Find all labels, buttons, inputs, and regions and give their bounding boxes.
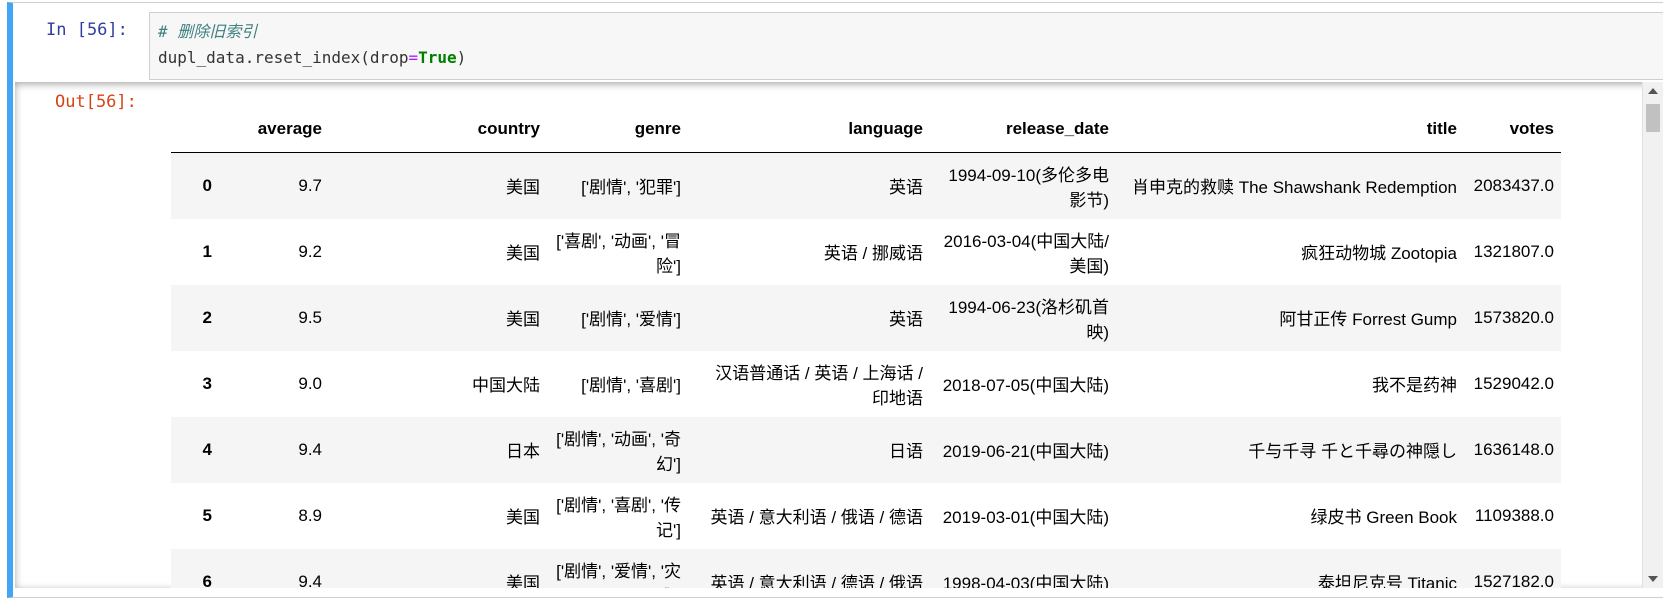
column-header-index	[171, 106, 219, 153]
cell-country: 美国	[506, 244, 540, 263]
cell-release-date: 2019-06-21(中国大陆)	[942, 442, 1109, 461]
cell-average: 9.0	[298, 373, 322, 393]
cell-language: 英语	[889, 310, 923, 329]
cell-language: 日语	[889, 442, 923, 461]
cell-votes: 1636148.0	[1473, 439, 1554, 459]
row-index: 6	[202, 571, 212, 589]
cell-title: 阿甘正传 Forrest Gump	[1279, 310, 1457, 329]
row-index: 1	[202, 241, 212, 261]
cell-title: 千与千寻 千と千尋の神隠し	[1248, 442, 1457, 461]
code-close-paren: )	[456, 48, 467, 67]
cell-average: 9.4	[298, 439, 322, 459]
cell-release-date: 1994-09-10(多伦多电影节)	[948, 165, 1109, 210]
cell-country: 日本	[506, 442, 540, 461]
output-area[interactable]: average country genre language release_d…	[15, 82, 1663, 588]
cell-title: 我不是药神	[1372, 376, 1457, 395]
cell-genre: ['剧情', '爱情', '灾难']	[556, 561, 681, 589]
cell-genre: ['喜剧', '动画', '冒险']	[556, 231, 681, 276]
cell-language: 英语 / 意大利语 / 俄语 / 德语	[710, 508, 923, 527]
cell-country: 美国	[506, 310, 540, 329]
scroll-up-arrow-icon[interactable]	[1648, 88, 1658, 94]
cell-country: 美国	[506, 574, 540, 588]
cell-release-date: 2016-03-04(中国大陆/美国)	[943, 231, 1109, 276]
code-editor[interactable]: # 删除旧索引 dupl_data.reset_index(drop=True)	[149, 12, 1663, 80]
cell-average: 9.5	[298, 307, 322, 327]
cell-votes: 1573820.0	[1473, 307, 1554, 327]
cell-average: 9.4	[298, 571, 322, 589]
row-index: 0	[202, 175, 212, 195]
table-header-row: average country genre language release_d…	[171, 106, 1561, 153]
cell-title: 泰坦尼克号 Titanic	[1317, 574, 1457, 588]
table-row: 3 9.0 中国大陆 ['剧情', '喜剧'] 汉语普通话 / 英语 / 上海话…	[171, 351, 1561, 417]
cell-genre: ['剧情', '犯罪']	[581, 178, 681, 198]
column-header-average: average	[219, 106, 329, 153]
code-comment: # 删除旧索引	[158, 22, 258, 41]
column-header-country: country	[329, 106, 547, 153]
column-header-title: title	[1116, 106, 1464, 153]
cell-votes: 1321807.0	[1473, 241, 1554, 261]
code-keyword: True	[418, 48, 457, 67]
cell-release-date: 1994-06-23(洛杉矶首映)	[948, 297, 1109, 342]
cell-release-date: 2018-07-05(中国大陆)	[942, 376, 1109, 395]
table-row: 5 8.9 美国 ['剧情', '喜剧', '传记'] 英语 / 意大利语 / …	[171, 483, 1561, 549]
cell-genre: ['剧情', '喜剧', '传记']	[556, 495, 681, 540]
cell-genre: ['剧情', '爱情']	[581, 310, 681, 329]
cell-country: 美国	[506, 508, 540, 527]
code-comment-line: # 删除旧索引	[158, 19, 1660, 45]
column-header-language: language	[688, 106, 930, 153]
code-call: dupl_data.reset_index(drop	[158, 48, 409, 67]
output-scrollbar[interactable]	[1642, 82, 1663, 588]
cell-genre: ['剧情', '喜剧']	[581, 376, 681, 395]
cell-country: 美国	[506, 178, 540, 198]
table-row: 1 9.2 美国 ['喜剧', '动画', '冒险'] 英语 / 挪威语 201…	[171, 219, 1561, 285]
cell-average: 8.9	[298, 505, 322, 525]
dataframe-table: average country genre language release_d…	[171, 106, 1561, 588]
cell-genre: ['剧情', '动画', '奇幻']	[556, 429, 681, 474]
cell-title: 肖申克的救赎 The Shawshank Redemption	[1131, 178, 1457, 198]
cell-release-date: 2019-03-01(中国大陆)	[942, 508, 1109, 527]
column-header-votes: votes	[1464, 106, 1561, 153]
cell-language: 英语	[889, 178, 923, 198]
cell-average: 9.2	[298, 241, 322, 261]
table-row: 6 9.4 美国 ['剧情', '爱情', '灾难'] 英语 / 意大利语 / …	[171, 548, 1561, 589]
table-row: 2 9.5 美国 ['剧情', '爱情'] 英语 1994-06-23(洛杉矶首…	[171, 284, 1561, 351]
cell-average: 9.7	[298, 175, 322, 195]
cell-language: 英语 / 挪威语	[823, 244, 923, 263]
cell-language: 汉语普通话 / 英语 / 上海话 / 印地语	[715, 363, 923, 408]
code-line: dupl_data.reset_index(drop=True)	[158, 45, 1660, 71]
row-index: 4	[202, 439, 212, 459]
table-row: 0 9.7 美国 ['剧情', '犯罪'] 英语 1994-09-10(多伦多电…	[171, 152, 1561, 219]
cell-country: 中国大陆	[472, 376, 540, 395]
cell-language: 英语 / 意大利语 / 德语 / 俄语	[710, 574, 923, 588]
cell-votes: 1529042.0	[1473, 373, 1554, 393]
row-index: 2	[202, 307, 212, 327]
cell-title: 绿皮书 Green Book	[1310, 508, 1457, 527]
scroll-down-arrow-icon[interactable]	[1648, 576, 1658, 582]
row-index: 5	[202, 505, 212, 525]
cell-votes: 1109388.0	[1474, 505, 1554, 525]
column-header-release-date: release_date	[930, 106, 1116, 153]
row-index: 3	[202, 373, 212, 393]
cell-votes: 2083437.0	[1473, 175, 1554, 195]
column-header-genre: genre	[547, 106, 688, 153]
table-row: 4 9.4 日本 ['剧情', '动画', '奇幻'] 日语 2019-06-2…	[171, 416, 1561, 483]
scrollbar-thumb[interactable]	[1646, 104, 1660, 132]
cell-votes: 1527182.0	[1473, 571, 1554, 589]
code-operator: =	[408, 48, 419, 67]
input-prompt: In [56]:	[46, 20, 128, 40]
cell-release-date: 1998-04-03(中国大陆)	[942, 574, 1109, 588]
cell-title: 疯狂动物城 Zootopia	[1301, 244, 1457, 263]
